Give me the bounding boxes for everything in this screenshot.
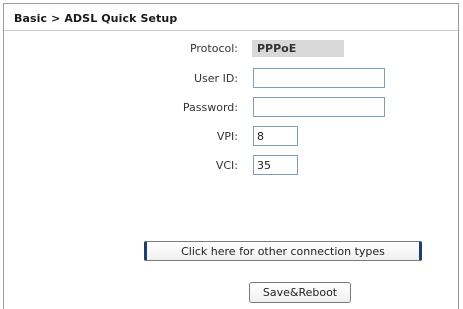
userid-input[interactable] [253,68,385,88]
password-label: Password: [182,101,238,114]
vpi-input[interactable] [253,126,298,146]
userid-label: User ID: [194,72,238,85]
vci-input[interactable] [253,155,298,175]
vci-label: VCI: [215,159,238,172]
vpi-label: VPI: [216,130,238,143]
other-connection-types-button[interactable]: Click here for other connection types [144,241,422,261]
protocol-value: PPPoE [252,40,344,57]
save-reboot-button[interactable]: Save&Reboot [249,282,351,303]
breadcrumb: Basic > ADSL Quick Setup [14,12,178,25]
header-divider [4,30,458,31]
password-input[interactable] [253,97,385,117]
protocol-label: Protocol: [189,42,238,55]
